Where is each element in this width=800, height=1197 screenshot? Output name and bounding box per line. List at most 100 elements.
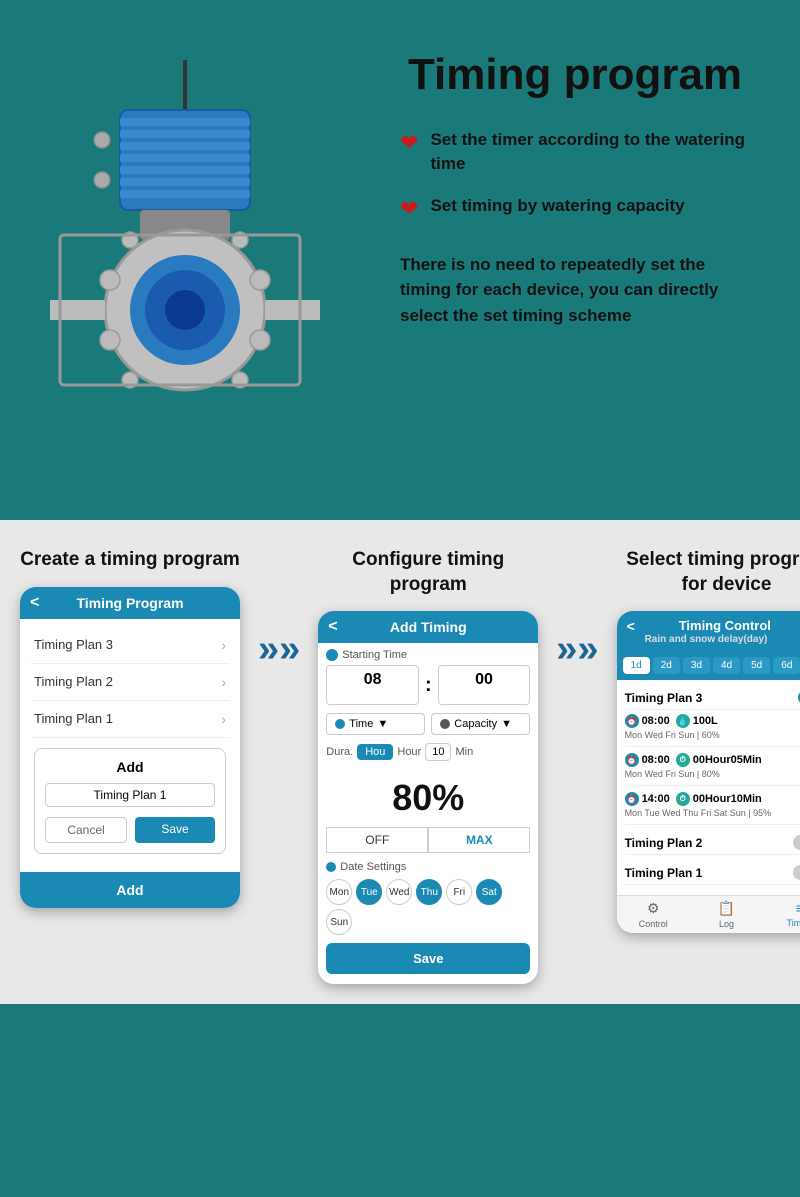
phone2-save-button[interactable]: Save [326,943,530,974]
plan-row-1-arrow: › [221,711,226,727]
time-dropdown[interactable]: Time ▼ [326,713,425,735]
sched-cap-2: ⏱ 00Hour05Min [676,753,762,767]
top-section: Timing program ❤ Set the timer according… [0,0,800,520]
modal-save-button[interactable]: Save [135,817,215,843]
phone2-header: < Add Timing [318,611,538,643]
phone3-back-icon[interactable]: < [627,618,635,634]
capacity-dropdown[interactable]: Capacity ▼ [431,713,530,735]
sched-cap-3: ⏱ 00Hour10Min [676,792,762,806]
clock-icon [326,649,338,661]
phone3-body: Timing Plan 3 ON ⏰ 08:00 💧 100L [617,680,800,895]
nav-control[interactable]: ⚙ Control [617,900,690,929]
sched-time-1: ⏰ 08:00 [625,714,670,728]
sched-days-1: Mon Wed Fri Sun | 60% [625,730,800,740]
off-button[interactable]: OFF [326,827,428,853]
phone2-back-icon[interactable]: < [328,618,337,636]
starting-time-label: Starting Time [326,649,530,661]
timing-icon: ≡ [796,900,800,916]
add-modal-input[interactable]: Timing Plan 1 [45,783,215,807]
filter-3d[interactable]: 3d [683,657,710,674]
feature-item-2: ❤ Set timing by watering capacity [400,194,750,222]
log-label: Log [719,919,734,929]
time-hour-value: 08 [364,671,382,688]
right-info: Timing program ❤ Set the timer according… [370,30,770,500]
sched-cap-1: 💧 100L [676,714,718,728]
phone-mockup-3: < Timing Control ↻ Rain and snow delay(d… [617,611,800,933]
control-label: Control [639,919,668,929]
modal-cancel-button[interactable]: Cancel [45,817,127,843]
feature-text-1: Set the timer according to the watering … [430,128,750,176]
column-configure: Configure timing program < Add Timing St… [318,548,538,984]
phone1-body: Timing Plan 3 › Timing Plan 2 › Timing P… [20,619,240,872]
day-sun[interactable]: Sun [326,909,352,935]
page-title: Timing program [400,50,750,100]
time-display: 08 : 00 [326,665,530,705]
phone3-header-row: < Timing Control ↻ [627,617,800,634]
arrow-2: »» [556,548,598,671]
cap-icon-3: ⏱ [676,792,690,806]
plan-row-2[interactable]: Timing Plan 2 › [30,664,230,701]
arrow-icon-1: »» [258,628,300,671]
day-tue[interactable]: Tue [356,879,382,905]
clock-icon-2: ⏰ [625,753,639,767]
plan1-toggle[interactable]: OFF [793,865,800,880]
plan2-toggle[interactable]: OFF [793,835,800,850]
product-image-area [30,30,370,500]
col2-title: Configure timing program [318,548,538,597]
max-button[interactable]: MAX [428,827,530,853]
time-min-value: 00 [475,671,493,688]
day-mon[interactable]: Mon [326,879,352,905]
date-icon [326,862,336,872]
phone-mockup-1: < Timing Program Timing Plan 3 › Timing … [20,587,240,908]
nav-timing[interactable]: ≡ Timing [763,900,800,929]
col3-title: Select timing program for device [617,548,800,597]
phone1-footer[interactable]: Add [20,872,240,908]
filter-5d[interactable]: 5d [743,657,770,674]
column-select: Select timing program for device < Timin… [617,548,800,933]
dura-label: Dura. [326,746,353,758]
time-min-box[interactable]: 00 [438,665,531,705]
nav-log[interactable]: 📋 Log [690,900,763,929]
phone-mockup-2: < Add Timing Starting Time 08 : 00 [318,611,538,984]
phone2-header-title: Add Timing [390,619,467,635]
filter-6d[interactable]: 6d [773,657,800,674]
phone3-header-title: Timing Control [635,618,800,633]
time-colon: : [425,665,432,705]
time-hour-box[interactable]: 08 [326,665,419,705]
phone1-back-icon[interactable]: < [30,594,39,612]
off-max-row: OFF MAX [326,827,530,853]
date-settings-label: Date Settings [326,861,530,873]
feature-item-1: ❤ Set the timer according to the waterin… [400,128,750,176]
plan2-header: Timing Plan 2 OFF [625,831,800,855]
day-sat[interactable]: Sat [476,879,502,905]
rain-delay-label: Rain and snow delay(day) [627,634,768,645]
dura-input[interactable]: Hou [357,744,393,760]
dura-val[interactable]: 10 [425,743,451,761]
sched-days-2: Mon Wed Fri Sun | 80% [625,769,800,779]
filter-1d[interactable]: 1d [623,657,650,674]
capacity-dropdown-label: Capacity [454,718,497,730]
dura-hour-unit: Hour [397,746,421,758]
add-modal: Add Timing Plan 1 Cancel Save [34,748,226,854]
plan-row-1[interactable]: Timing Plan 1 › [30,701,230,738]
day-wed[interactable]: Wed [386,879,412,905]
dura-row: Dura. Hou Hour 10 Min [326,743,530,761]
control-icon: ⚙ [647,900,660,917]
day-fri[interactable]: Fri [446,879,472,905]
feature-text-2: Set timing by watering capacity [430,194,684,218]
schedule-time-row-3: ⏰ 14:00 ⏱ 00Hour10Min [625,792,800,806]
plan-row-3-label: Timing Plan 3 [34,637,113,652]
plan-row-1-label: Timing Plan 1 [34,711,113,726]
cap-icon-1: 💧 [676,714,690,728]
clock-icon-1: ⏰ [625,714,639,728]
sched-time-2: ⏰ 08:00 [625,753,670,767]
plan-row-3-arrow: › [221,637,226,653]
filter-2d[interactable]: 2d [653,657,680,674]
plan-row-3[interactable]: Timing Plan 3 › [30,627,230,664]
schedule-item-2: ⏰ 08:00 ⏱ 00Hour05Min Mon Wed Fri Sun | … [625,753,800,786]
bottom-section: Create a timing program < Timing Program… [0,520,800,1004]
day-thu[interactable]: Thu [416,879,442,905]
filter-4d[interactable]: 4d [713,657,740,674]
log-icon: 📋 [718,900,735,917]
description-text: There is no need to repeatedly set the t… [400,252,750,329]
